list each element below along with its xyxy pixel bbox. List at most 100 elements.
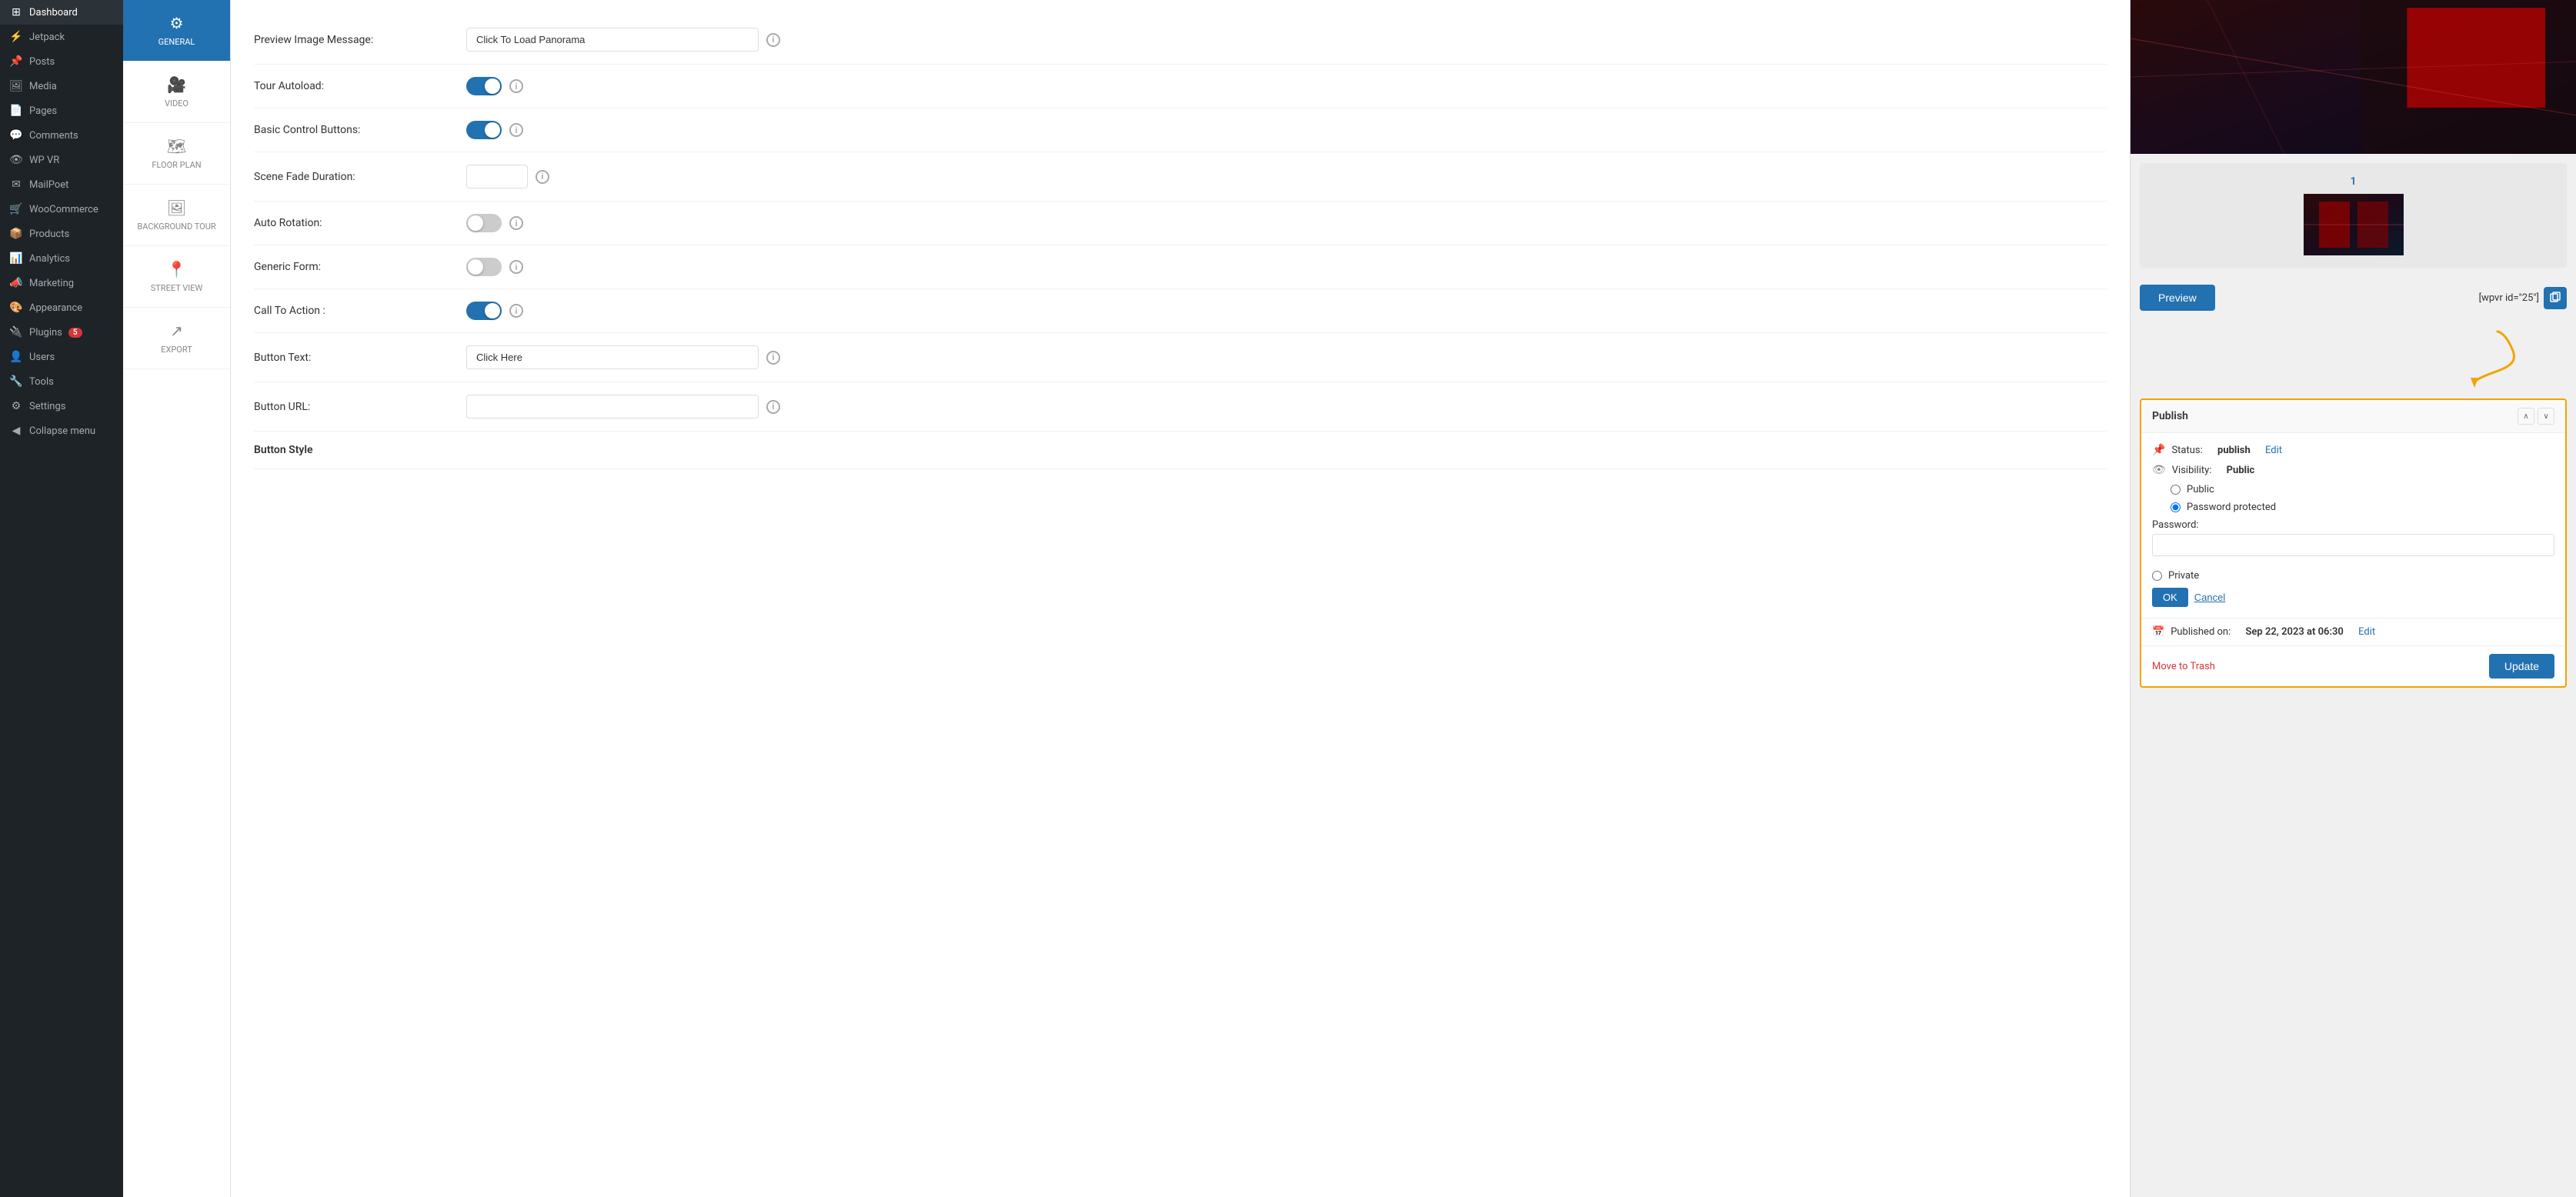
- sidebar-item-comments[interactable]: 💬 Comments: [0, 123, 123, 148]
- preview-button[interactable]: Preview: [2140, 285, 2215, 311]
- call-to-action-toggle[interactable]: [466, 302, 502, 320]
- subnav-label: STREET VIEW: [151, 283, 203, 293]
- published-on-edit-link[interactable]: Edit: [2358, 626, 2375, 638]
- generic-form-toggle-wrap: [466, 258, 502, 276]
- basic-control-buttons-info-icon[interactable]: i: [509, 123, 523, 137]
- sidebar-item-wpvr[interactable]: 👁 WP VR: [0, 148, 123, 172]
- radio-public[interactable]: Public: [2171, 484, 2554, 495]
- scene-fade-duration-input[interactable]: [466, 165, 528, 188]
- cancel-button[interactable]: Cancel: [2194, 588, 2225, 607]
- posts-icon: 📌: [9, 55, 23, 68]
- sidebar-item-posts[interactable]: 📌 Posts: [0, 49, 123, 74]
- scene-fade-duration-info-icon[interactable]: i: [536, 170, 549, 184]
- field-label-button-url: Button URL:: [254, 401, 454, 413]
- subnav-floor-plan[interactable]: 🗺 FLOOR PLAN: [123, 123, 230, 185]
- generic-form-info-icon[interactable]: i: [509, 260, 523, 274]
- auto-rotation-info-icon[interactable]: i: [509, 216, 523, 230]
- button-text-info-icon[interactable]: i: [766, 351, 780, 365]
- published-on-value: Sep 22, 2023 at 06:30: [2245, 626, 2343, 638]
- media-icon: 🖼: [9, 80, 23, 92]
- publish-box-collapse-button[interactable]: ∧: [2518, 408, 2534, 425]
- sidebar-item-users[interactable]: 👤 Users: [0, 345, 123, 369]
- sidebar-item-label: MailPoet: [29, 179, 68, 191]
- preview-image-message-info-icon[interactable]: i: [766, 33, 780, 47]
- ok-button[interactable]: OK: [2152, 588, 2188, 607]
- publish-box-title: Publish: [2152, 410, 2188, 422]
- sidebar-item-plugins[interactable]: 🔌 Plugins 5: [0, 320, 123, 345]
- tour-autoload-info-icon[interactable]: i: [509, 79, 523, 93]
- sidebar-item-dashboard[interactable]: ⊞ Dashboard: [0, 0, 123, 25]
- sidebar-item-label: Jetpack: [29, 32, 65, 43]
- password-input[interactable]: [2152, 534, 2554, 556]
- status-edit-link[interactable]: Edit: [2265, 445, 2282, 456]
- preview-image-message-input[interactable]: [466, 28, 759, 52]
- export-icon: ↗: [170, 322, 183, 340]
- analytics-icon: 📊: [9, 252, 23, 265]
- sidebar-item-marketing[interactable]: 📣 Marketing: [0, 271, 123, 295]
- form-row-scene-fade-duration: Scene Fade Duration: i: [254, 152, 2107, 202]
- subnav-background-tour[interactable]: 🖼 BACKGROUND TOUR: [123, 185, 230, 246]
- shortcode-text: [wpvr id="25"]: [2479, 292, 2539, 304]
- toggle-thumb: [485, 78, 500, 94]
- sidebar-item-settings[interactable]: ⚙ Settings: [0, 394, 123, 418]
- radio-private-input[interactable]: [2152, 571, 2162, 581]
- plugins-badge: 5: [68, 328, 82, 338]
- field-label-basic-control-buttons: Basic Control Buttons:: [254, 124, 454, 136]
- radio-password-input[interactable]: [2171, 502, 2181, 512]
- call-to-action-info-icon[interactable]: i: [509, 304, 523, 318]
- button-url-info-icon[interactable]: i: [766, 400, 780, 414]
- form-row-button-text: Button Text: i: [254, 333, 2107, 382]
- sidebar-item-appearance[interactable]: 🎨 Appearance: [0, 295, 123, 320]
- wpvr-icon: 👁: [9, 154, 23, 166]
- publish-section-outer: 1: [2131, 154, 2576, 697]
- tour-autoload-toggle[interactable]: [466, 77, 502, 95]
- street-view-icon: 📍: [167, 260, 186, 278]
- subnav-general[interactable]: ⚙ GENERAL: [123, 0, 230, 62]
- sidebar-item-label: Dashboard: [29, 7, 78, 18]
- mailpoet-icon: ✉: [9, 178, 23, 191]
- pages-icon: 📄: [9, 105, 23, 117]
- field-label-generic-form: Generic Form:: [254, 261, 454, 273]
- sidebar-item-woocommerce[interactable]: 🛒 WooCommerce: [0, 197, 123, 222]
- sidebar-item-jetpack[interactable]: ⚡ Jetpack: [0, 25, 123, 49]
- subnav-video[interactable]: 🎥 VIDEO: [123, 62, 230, 123]
- sidebar-item-mailpoet[interactable]: ✉ MailPoet: [0, 172, 123, 197]
- preview-image-placeholder: [2131, 0, 2576, 154]
- preview-row: Preview [wpvr id="25"]: [2140, 277, 2567, 318]
- publish-actions: Move to Trash Update: [2141, 645, 2565, 686]
- radio-private[interactable]: Private: [2152, 570, 2554, 582]
- sidebar-item-label: Media: [29, 81, 57, 92]
- subnav-export[interactable]: ↗ EXPORT: [123, 308, 230, 369]
- form-row-basic-control-buttons: Basic Control Buttons: i: [254, 108, 2107, 152]
- button-url-input[interactable]: [466, 395, 759, 418]
- sidebar-item-label: Appearance: [29, 302, 82, 314]
- subnav-street-view[interactable]: 📍 STREET VIEW: [123, 246, 230, 308]
- tools-icon: 🔧: [9, 375, 23, 388]
- marketing-icon: 📣: [9, 277, 23, 289]
- publish-box-expand-button[interactable]: ∨: [2538, 408, 2554, 425]
- form-row-tour-autoload: Tour Autoload: i: [254, 65, 2107, 108]
- floor-plan-icon: 🗺: [167, 137, 186, 155]
- sidebar-item-media[interactable]: 🖼 Media: [0, 74, 123, 98]
- auto-rotation-toggle[interactable]: [466, 214, 502, 232]
- collapse-icon: ◀: [9, 425, 23, 437]
- button-text-input[interactable]: [466, 345, 759, 369]
- update-button[interactable]: Update: [2489, 654, 2554, 679]
- generic-form-toggle[interactable]: [466, 258, 502, 276]
- settings-icon: ⚙: [9, 400, 23, 412]
- sidebar-item-tools[interactable]: 🔧 Tools: [0, 369, 123, 394]
- sidebar-item-label: Settings: [29, 401, 65, 412]
- copy-shortcode-button[interactable]: [2544, 287, 2567, 309]
- radio-public-input[interactable]: [2171, 485, 2181, 495]
- sidebar-item-products[interactable]: 📦 Products: [0, 222, 123, 246]
- basic-control-buttons-toggle-wrap: [466, 121, 502, 139]
- products-icon: 📦: [9, 228, 23, 240]
- radio-password-protected[interactable]: Password protected: [2171, 502, 2554, 513]
- sidebar-item-analytics[interactable]: 📊 Analytics: [0, 246, 123, 271]
- sidebar-item-collapse[interactable]: ◀ Collapse menu: [0, 418, 123, 443]
- move-to-trash-link[interactable]: Move to Trash: [2152, 661, 2215, 672]
- sidebar-item-pages[interactable]: 📄 Pages: [0, 98, 123, 123]
- sidebar-item-label: WP VR: [29, 155, 59, 166]
- subnav-label: FLOOR PLAN: [152, 160, 201, 170]
- basic-control-buttons-toggle[interactable]: [466, 121, 502, 139]
